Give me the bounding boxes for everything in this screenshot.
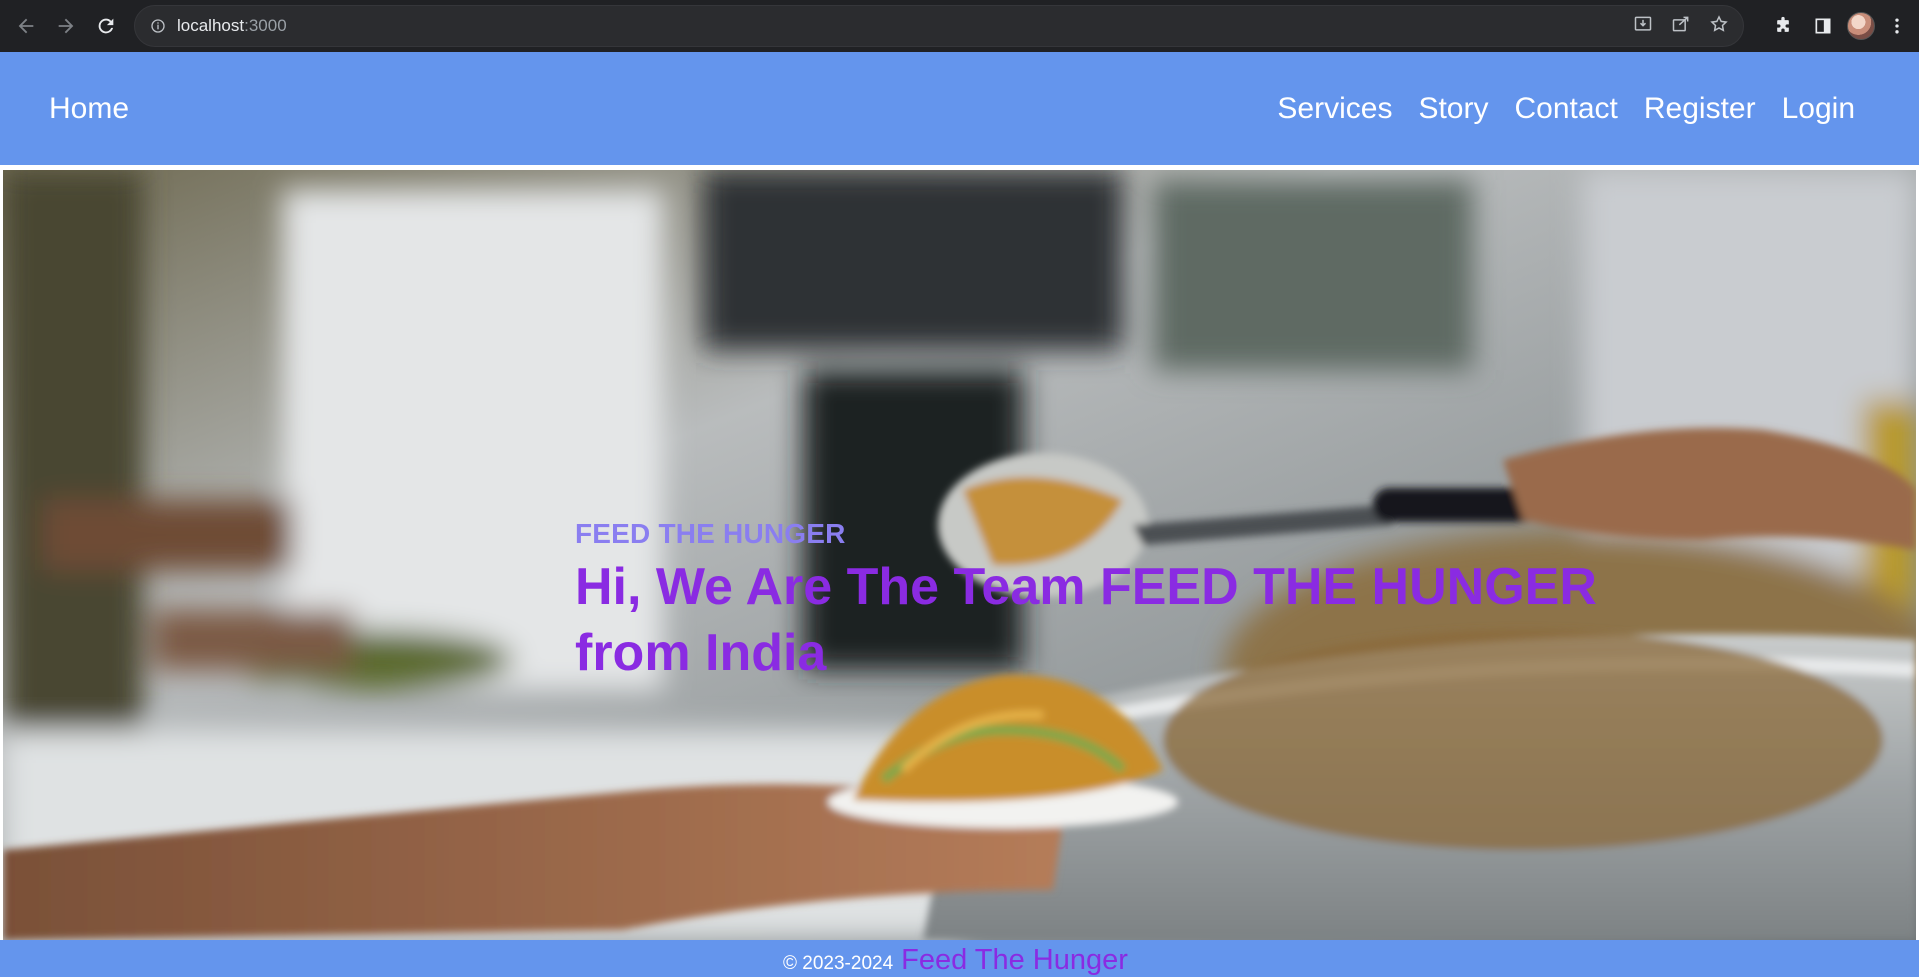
address-bar[interactable]: localhost:3000: [134, 5, 1744, 47]
hero-section: FEED THE HUNGER Hi, We Are The Team FEED…: [3, 170, 1916, 940]
hero-title: Hi, We Are The Team FEED THE HUNGER from…: [575, 558, 1597, 682]
forward-icon[interactable]: [48, 8, 84, 44]
site-footer: © 2023-2024 Feed The Hunger: [0, 940, 1919, 977]
nav-link-story[interactable]: Story: [1418, 92, 1488, 126]
menu-kebab-icon[interactable]: [1879, 8, 1915, 44]
profile-avatar[interactable]: [1847, 12, 1875, 40]
footer-copyright: © 2023-2024: [783, 953, 894, 974]
side-panel-icon[interactable]: [1805, 8, 1841, 44]
nav-home-link[interactable]: Home: [49, 92, 129, 126]
reload-icon[interactable]: [88, 8, 124, 44]
url-port: :3000: [244, 16, 287, 35]
url-host: localhost: [177, 16, 245, 35]
install-icon[interactable]: [1633, 14, 1653, 39]
back-icon[interactable]: [8, 8, 44, 44]
footer-brand-link[interactable]: Feed The Hunger: [901, 944, 1128, 977]
url-text: localhost:3000: [177, 16, 287, 36]
nav-link-login[interactable]: Login: [1782, 92, 1855, 126]
hero-kicker: FEED THE HUNGER: [575, 518, 846, 549]
browser-toolbar: localhost:3000: [0, 0, 1919, 52]
site-navbar: Home Services Story Contact Register Log…: [0, 52, 1919, 165]
nav-link-services[interactable]: Services: [1277, 92, 1392, 126]
hero-text: FEED THE HUNGER Hi, We Are The Team FEED…: [575, 518, 1635, 686]
share-icon[interactable]: [1671, 14, 1691, 39]
nav-link-register[interactable]: Register: [1644, 92, 1756, 126]
bookmark-star-icon[interactable]: [1709, 14, 1729, 39]
extensions-icon[interactable]: [1765, 8, 1801, 44]
site-info-icon[interactable]: [149, 17, 167, 35]
nav-link-contact[interactable]: Contact: [1514, 92, 1617, 126]
nav-links: Services Story Contact Register Login: [1277, 92, 1855, 126]
